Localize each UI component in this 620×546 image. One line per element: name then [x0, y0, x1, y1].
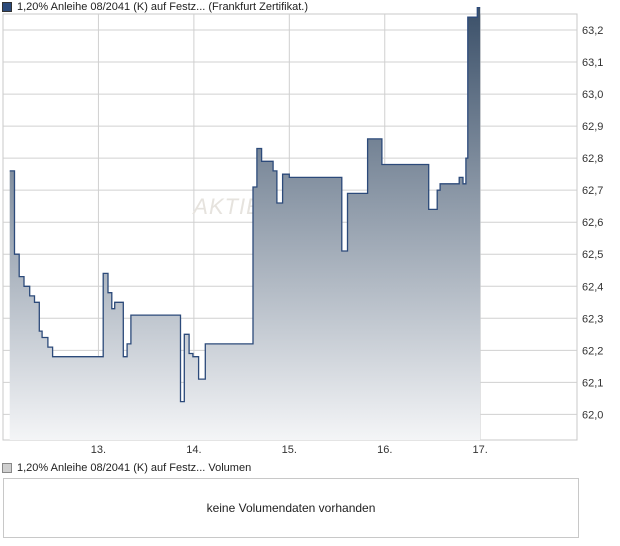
y-tick-label: 62,1: [582, 377, 603, 389]
y-tick-label: 63,2: [582, 25, 603, 37]
y-tick-label: 62,4: [582, 281, 603, 293]
volume-panel: keine Volumendaten vorhanden: [3, 478, 579, 538]
y-axis: 62,0 62,1 62,2 62,3 62,4 62,5 62,6 62,7 62,8 62,9…: [582, 25, 603, 421]
y-tick-label: 62,7: [582, 185, 603, 197]
y-tick-label: 63,1: [582, 57, 603, 69]
y-tick-label: 63,0: [582, 89, 603, 101]
x-tick-label: 16.: [377, 444, 392, 456]
x-axis: 13. 14. 15. 16. 17.: [91, 444, 488, 456]
x-tick-label: 14.: [186, 444, 201, 456]
volume-series-label: 1,20% Anleihe 08/2041 (K) auf Festz... V…: [17, 462, 252, 474]
x-tick-label: 17.: [473, 444, 488, 456]
y-tick-label: 62,5: [582, 249, 603, 261]
x-tick-label: 13.: [91, 444, 106, 456]
y-tick-label: 62,2: [582, 345, 603, 357]
y-tick-label: 62,6: [582, 217, 603, 229]
no-volume-message: keine Volumendaten vorhanden: [206, 501, 376, 515]
volume-series-swatch: [2, 463, 12, 473]
y-tick-label: 62,3: [582, 313, 603, 325]
legend-volume: 1,20% Anleihe 08/2041 (K) auf Festz... V…: [2, 461, 251, 475]
price-chart: AKTIEN 13. 14. 15. 16. 17. 62,062,162,262,36…: [2, 6, 603, 456]
y-tick-label: 62,8: [582, 153, 603, 165]
y-tick-label: 62,9: [582, 121, 603, 133]
y-tick-label: 62,0: [582, 409, 603, 421]
x-tick-label: 15.: [282, 444, 297, 456]
